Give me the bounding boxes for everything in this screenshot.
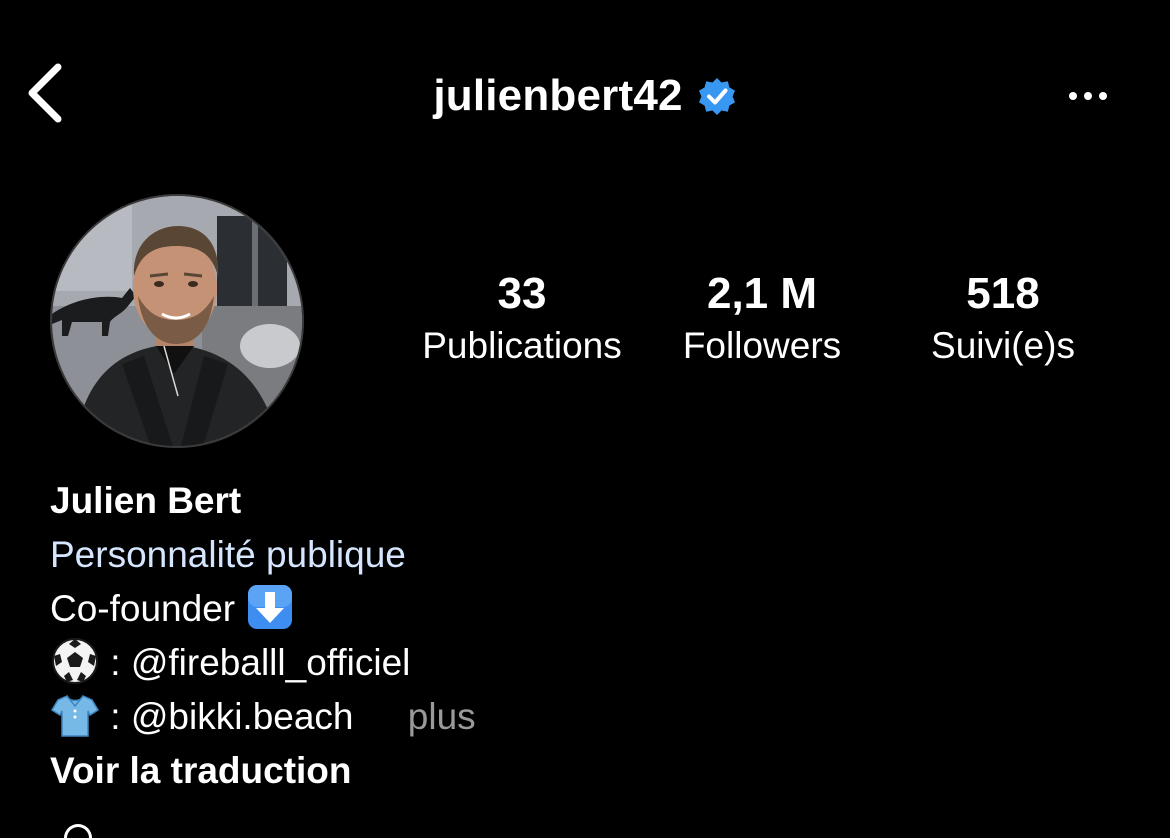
more-horizontal-icon xyxy=(1069,92,1077,100)
full-name: Julien Bert xyxy=(50,480,242,521)
following-count-value: 518 xyxy=(966,269,1040,318)
posts-count-value: 33 xyxy=(497,269,547,318)
followers-count[interactable]: 2,1 M Followers xyxy=(660,268,864,372)
bio-line-clothing-separator: : xyxy=(110,696,131,737)
posts-count-label: Publications xyxy=(422,325,622,366)
mention-bikki-beach[interactable]: @bikki.beach xyxy=(131,696,354,737)
bio-line-football: : @fireballl_officiel xyxy=(50,636,850,690)
bio-line-football-separator: : xyxy=(110,642,131,683)
mention-fireballl[interactable]: @fireballl_officiel xyxy=(131,642,411,683)
profile-header: julienbert42 xyxy=(0,0,1170,190)
see-translation-link[interactable]: Voir la traduction xyxy=(50,744,850,798)
arrow-down-emoji-icon xyxy=(245,582,295,632)
bio-more-link[interactable]: plus xyxy=(408,696,476,737)
following-count-label: Suivi(e)s xyxy=(931,325,1075,366)
posts-count[interactable]: 33 Publications xyxy=(410,268,634,372)
profile-bio: Julien Bert Personnalité publique Co-fou… xyxy=(50,474,850,798)
cut-off-icon xyxy=(64,824,92,838)
tshirt-emoji-icon xyxy=(50,690,100,740)
username: julienbert42 xyxy=(433,71,683,120)
soccer-ball-emoji-icon xyxy=(50,636,100,686)
bio-line-cofounder-text: Co-founder xyxy=(50,588,236,629)
bio-line-cofounder: Co-founder xyxy=(50,582,850,636)
bio-line-clothing: : @bikki.beach plus xyxy=(50,690,850,744)
verified-badge-icon xyxy=(698,78,735,115)
profile-category: Personnalité publique xyxy=(50,534,406,575)
profile-avatar[interactable] xyxy=(50,194,304,448)
following-count[interactable]: 518 Suivi(e)s xyxy=(905,268,1101,372)
more-options-button[interactable] xyxy=(1052,78,1124,114)
followers-count-value: 2,1 M xyxy=(706,269,818,318)
profile-title: julienbert42 xyxy=(0,66,1170,126)
followers-count-label: Followers xyxy=(682,325,842,366)
avatar-photo xyxy=(52,196,302,446)
